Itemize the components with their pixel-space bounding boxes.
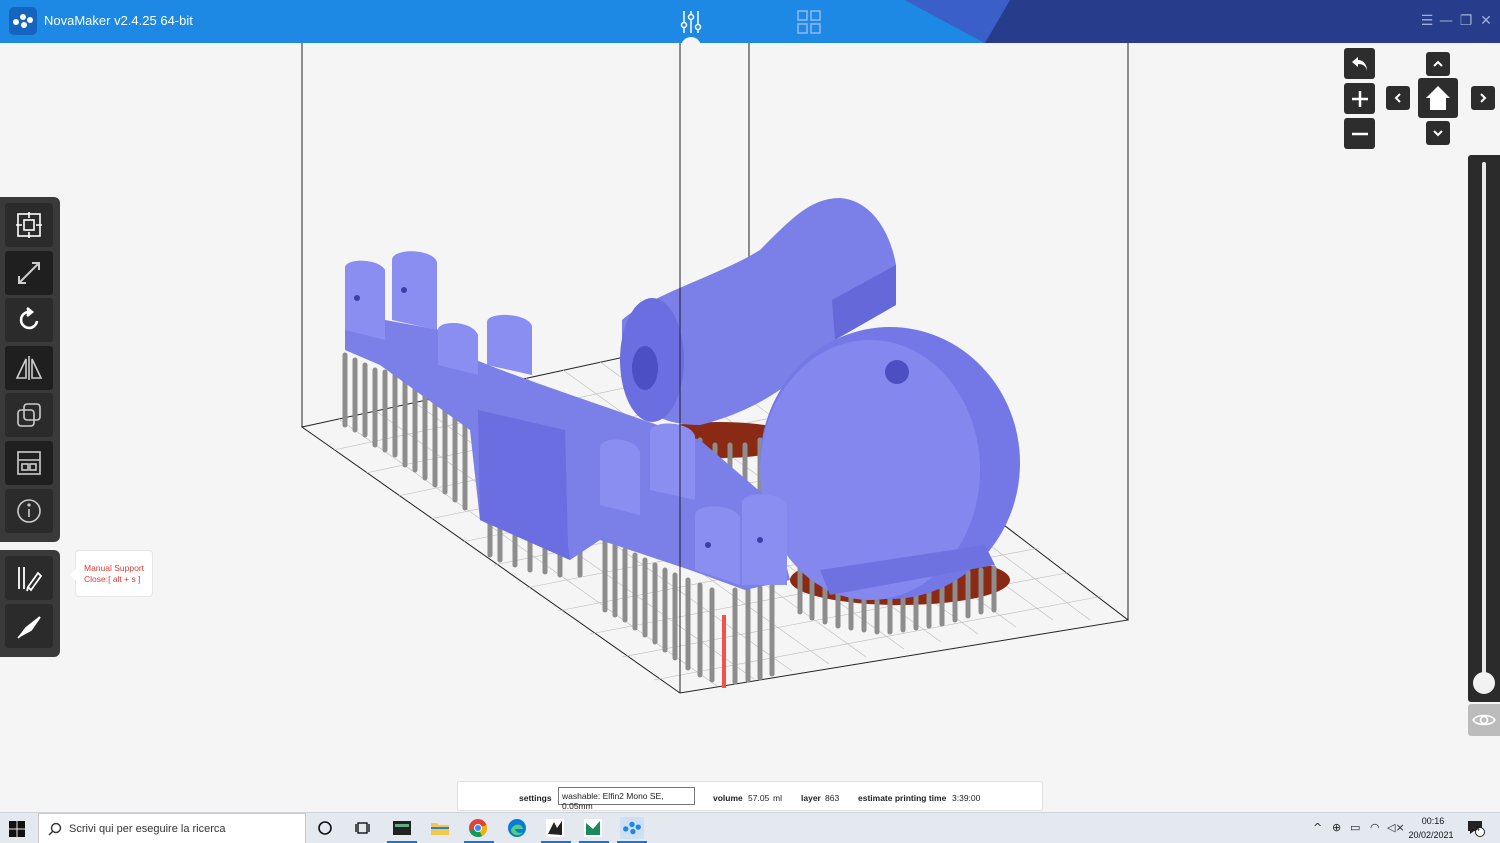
arrange-icon: [17, 451, 41, 475]
task-view-icon[interactable]: [352, 817, 374, 839]
scale-button[interactable]: [5, 250, 53, 295]
grid-view-icon[interactable]: [796, 9, 822, 35]
manual-support-button[interactable]: [5, 556, 53, 600]
support-edit-icon: [17, 615, 41, 639]
chevron-left-icon: [1394, 93, 1401, 103]
plus-icon: [1351, 90, 1368, 107]
mirror-button[interactable]: [5, 345, 53, 390]
minus-icon: [1351, 132, 1368, 135]
taskbar-clock-date[interactable]: 20/02/2021: [1406, 830, 1456, 840]
print-time-value: 3:39:00: [952, 793, 981, 803]
mirror-icon: [15, 355, 43, 380]
tray-volume-icon[interactable]: ◁×: [1387, 821, 1405, 834]
taskbar: Scrivi qui per eseguire la ricerca ^ ⊕ ▭…: [0, 812, 1500, 843]
transform-toolbar: [0, 197, 60, 542]
scale-icon: [18, 261, 40, 284]
zoom-out-button[interactable]: [1344, 118, 1375, 149]
app-icon-slicer[interactable]: [544, 817, 566, 839]
tray-network-icon[interactable]: ⊕: [1332, 821, 1341, 834]
settings-label: settings: [519, 793, 552, 803]
volume-unit: ml: [773, 793, 782, 803]
hamburger-icon[interactable]: ☰: [1419, 13, 1435, 29]
file-explorer-icon[interactable]: [429, 817, 451, 839]
arrange-button[interactable]: [5, 440, 53, 485]
slice-settings-icon[interactable]: [678, 9, 704, 35]
app-title: NovaMaker v2.4.25 64-bit: [44, 13, 193, 28]
view-home-button[interactable]: [1418, 78, 1458, 118]
undo-icon: [1351, 56, 1367, 71]
view-up-button[interactable]: [1426, 52, 1450, 76]
eye-icon: [1472, 714, 1496, 726]
volume-value: 57.05: [748, 793, 770, 803]
title-bar: NovaMaker v2.4.25 64-bit ☰ — ❐ ✕: [0, 0, 1500, 43]
layer-slider-rail: [1482, 162, 1486, 682]
tooltip-shortcut: Close:[ alt + s ]: [84, 574, 141, 584]
status-bar: settings washable: Elfin2 Mono SE, 0.05m…: [457, 781, 1043, 811]
taskbar-clock-time[interactable]: 00:16: [1418, 816, 1448, 826]
support-edit-button[interactable]: [5, 603, 53, 648]
model-disc: [760, 327, 1020, 600]
minimize-icon[interactable]: —: [1438, 13, 1454, 29]
build-scene[interactable]: [0, 43, 1500, 810]
view-right-button[interactable]: [1471, 86, 1495, 110]
view-left-button[interactable]: [1386, 86, 1410, 110]
chevron-up-icon: [1433, 60, 1443, 67]
home-icon: [1426, 86, 1450, 110]
layer-label: layer: [801, 793, 821, 803]
auto-layout-icon: [16, 212, 42, 238]
title-bar-decoration: [905, 0, 1500, 43]
volume-label: volume: [713, 793, 743, 803]
app-icon-chitubox[interactable]: [582, 817, 604, 839]
search-placeholder: Scrivi qui per eseguire la ricerca: [69, 823, 226, 835]
view-down-button[interactable]: [1426, 121, 1450, 145]
restore-icon[interactable]: ❐: [1458, 13, 1474, 29]
edge-icon[interactable]: [506, 817, 528, 839]
taskbar-search[interactable]: Scrivi qui per eseguire la ricerca: [38, 813, 306, 843]
layer-slider-handle[interactable]: [1473, 672, 1495, 694]
search-icon: [48, 822, 62, 836]
info-icon: [17, 498, 41, 523]
cortana-icon[interactable]: [314, 817, 336, 839]
info-button[interactable]: [5, 488, 53, 533]
auto-layout-button[interactable]: [5, 203, 53, 247]
layer-value: 863: [825, 793, 840, 803]
windows-start-icon[interactable]: [8, 820, 26, 838]
chevron-right-icon: [1480, 93, 1487, 103]
undo-button[interactable]: [1344, 48, 1375, 79]
duplicate-button[interactable]: [5, 393, 53, 438]
support-toolbar: [0, 550, 60, 657]
3d-viewport[interactable]: [0, 43, 1500, 810]
chevron-down-icon: [1433, 130, 1443, 137]
manual-support-tooltip: Manual Support Close:[ alt + s ]: [70, 550, 153, 597]
tray-battery-icon[interactable]: ▭: [1350, 821, 1360, 834]
rotate-icon: [19, 307, 39, 330]
app-icon-novamaker[interactable]: [620, 817, 644, 839]
zoom-in-button[interactable]: [1344, 83, 1375, 114]
notification-count: 4: [1476, 826, 1480, 833]
rotate-button[interactable]: [5, 298, 53, 343]
manual-support-icon: [18, 567, 43, 592]
duplicate-icon: [17, 403, 41, 428]
tray-chevron-up-icon[interactable]: ^: [1313, 821, 1322, 834]
notification-center-icon[interactable]: 4: [1466, 819, 1486, 837]
app-logo-icon: [9, 7, 37, 35]
tray-wifi-icon[interactable]: ◠: [1370, 821, 1380, 834]
print-time-label: estimate printing time: [858, 793, 947, 803]
app-icon-terminal[interactable]: [391, 817, 413, 839]
chrome-icon[interactable]: [467, 817, 489, 839]
preview-toggle-button[interactable]: [1468, 704, 1500, 736]
tooltip-title: Manual Support: [84, 563, 145, 573]
close-icon[interactable]: ✕: [1478, 13, 1494, 29]
settings-selector[interactable]: washable: Elfin2 Mono SE, 0.05mm: [558, 787, 695, 811]
